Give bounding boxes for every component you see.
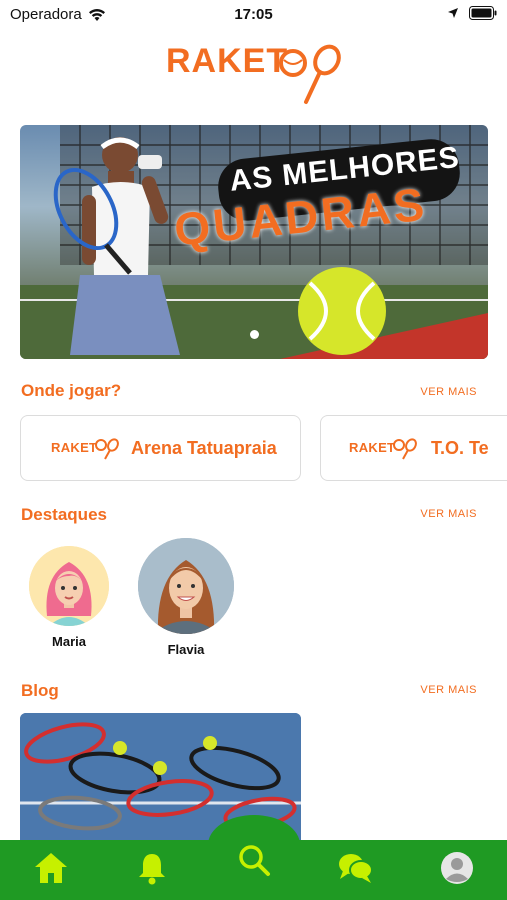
user-icon: [441, 852, 473, 884]
battery-icon: [469, 6, 497, 20]
bell-icon: [139, 854, 165, 885]
tennis-racket-logo-icon: [393, 438, 417, 460]
tab-messages[interactable]: [335, 848, 375, 888]
status-indicators: [447, 6, 497, 20]
avatar: [138, 538, 234, 634]
venue-card-2[interactable]: RAKET T.O. Te: [320, 415, 507, 481]
location-arrow-icon: [448, 8, 458, 18]
venues-section-title: Onde jogar?: [21, 381, 122, 400]
carousel-dot-active[interactable]: [249, 330, 259, 339]
search-icon: [239, 845, 270, 876]
venue-logo: RAKET: [51, 440, 98, 455]
cartoon-woman-avatar-icon: [29, 546, 109, 626]
venue-card-1[interactable]: RAKET Arena Tatuapraia: [20, 415, 301, 481]
venues-see-more-link[interactable]: VER MAIS: [420, 386, 477, 398]
highlight-name: Maria: [52, 634, 86, 649]
promo-banner[interactable]: AS MELHORES QUADRAS: [20, 125, 488, 359]
venue-name: T.O. Te: [431, 438, 489, 458]
blog-see-more-link[interactable]: VER MAIS: [420, 684, 477, 696]
highlights-see-more-link[interactable]: VER MAIS: [420, 508, 477, 520]
tennis-racket-logo-icon: [279, 44, 341, 104]
app-logo: RAKET: [166, 38, 346, 110]
tab-notifications[interactable]: [132, 848, 172, 888]
carousel-dots: [20, 330, 488, 339]
status-time: 17:05: [234, 6, 273, 23]
tab-search[interactable]: [234, 840, 274, 880]
woman-photo-avatar-icon: [138, 538, 234, 634]
highlight-item-1[interactable]: Maria: [19, 546, 119, 649]
highlight-name: Flavia: [167, 642, 205, 657]
venue-name: Arena Tatuapraia: [131, 438, 277, 458]
highlight-item-2[interactable]: Flavia: [136, 538, 236, 657]
status-bar: Operadora 17:05: [0, 0, 507, 30]
avatar: [29, 546, 109, 626]
highlights-section-title: Destaques: [21, 505, 107, 524]
venue-logo: RAKET: [349, 440, 396, 455]
chat-icon: [339, 854, 373, 883]
home-icon: [35, 853, 67, 883]
tab-profile[interactable]: [437, 848, 477, 888]
blog-section-title: Blog: [21, 681, 59, 700]
tennis-racket-logo-icon: [95, 438, 119, 460]
tab-home[interactable]: [31, 848, 71, 888]
